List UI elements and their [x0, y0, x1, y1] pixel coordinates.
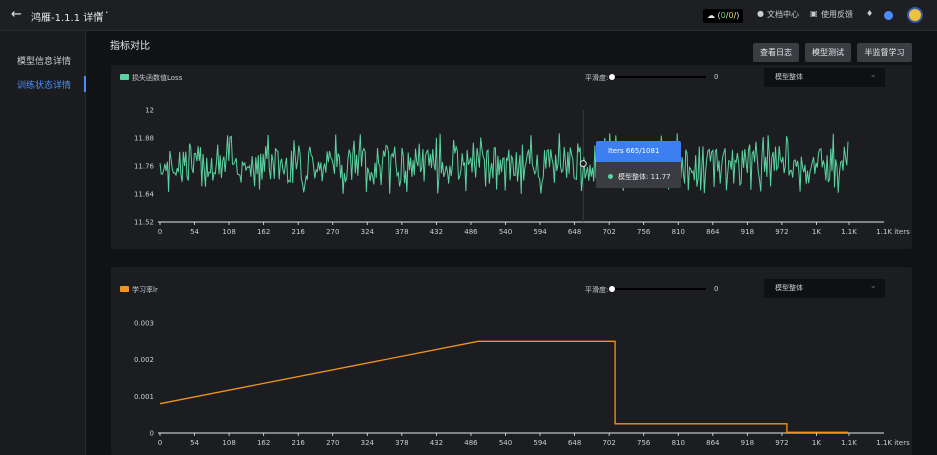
loss-series-line	[159, 133, 849, 194]
loss-y-tick-label: 12	[145, 107, 154, 115]
lr-x-tick-label: 1K	[812, 439, 821, 447]
tooltip-value: 模型整体: 11.77	[618, 173, 671, 181]
loss-x-tick-label: 1.1K	[841, 228, 857, 236]
loss-x-tick-label: 972	[775, 228, 788, 236]
lr-x-tick-label: 594	[533, 439, 547, 447]
loss-y-tick-label: 11.64	[134, 191, 155, 199]
loss-tooltip: Iters 665/1081 模型整体: 11.77	[596, 141, 681, 188]
lr-x-tick-label: 756	[637, 439, 651, 447]
lr-x-tick-label: 1.1K	[841, 439, 857, 447]
loss-x-tick-label: 0	[158, 228, 162, 236]
charts-canvas[interactable]: 0 54 108 162 216 270 324 378 432 486 540 594 648 702 7…	[0, 0, 937, 455]
lr-x-tick-label: 324	[361, 439, 375, 447]
loss-x-tick-label: 1.1K iters	[876, 228, 910, 236]
loss-x-tick-label: 918	[741, 228, 754, 236]
lr-x-tick-label: 270	[326, 439, 339, 447]
loss-x-tick-label: 810	[672, 228, 685, 236]
lr-y-tick-label: 0.003	[134, 320, 154, 328]
lr-x-tick-label: 864	[706, 439, 720, 447]
loss-x-tick-label: 162	[257, 228, 270, 236]
lr-y-tick-label: 0	[150, 430, 154, 438]
lr-x-tick-label: 216	[292, 439, 306, 447]
loss-x-tick-label: 864	[706, 228, 720, 236]
loss-x-tick-label: 540	[499, 228, 512, 236]
lr-x-tick-label: 648	[568, 439, 581, 447]
lr-y-tick-label: 0.002	[134, 356, 154, 364]
loss-hover-point	[579, 160, 587, 168]
lr-x-tick-label: 432	[430, 439, 443, 447]
lr-x-tick-label: 540	[499, 439, 512, 447]
lr-x-tick-label: 1.1K iters	[876, 439, 910, 447]
loss-x-tick-label: 594	[533, 228, 547, 236]
lr-series-line	[159, 340, 848, 433]
loss-y-tick-label: 11.88	[134, 135, 154, 143]
lr-x-tick-label: 486	[464, 439, 478, 447]
lr-x-tick-label: 810	[672, 439, 685, 447]
loss-x-tick-label: 54	[190, 228, 199, 236]
loss-x-tick-label: 702	[602, 228, 615, 236]
lr-x-tick-label: 0	[158, 439, 162, 447]
lr-y-tick-label: 0.001	[134, 393, 154, 401]
tooltip-series-dot	[608, 174, 613, 179]
lr-x-tick-label: 378	[395, 439, 408, 447]
tooltip-title: Iters 665/1081	[596, 141, 681, 162]
loss-x-tick-label: 216	[292, 228, 306, 236]
loss-x-tick-label: 486	[464, 228, 478, 236]
loss-x-tick-label: 1K	[812, 228, 821, 236]
lr-x-tick-label: 108	[222, 439, 235, 447]
loss-x-tick-label: 756	[637, 228, 651, 236]
lr-x-tick-label: 162	[257, 439, 270, 447]
lr-x-tick-label: 972	[775, 439, 788, 447]
loss-x-tick-label: 648	[568, 228, 581, 236]
loss-y-tick-label: 11.52	[134, 219, 154, 227]
loss-x-tick-label: 108	[222, 228, 235, 236]
lr-x-tick-label: 54	[190, 439, 199, 447]
lr-x-tick-label: 918	[741, 439, 754, 447]
loss-y-tick-label: 11.76	[134, 163, 155, 171]
loss-x-tick-label: 324	[361, 228, 375, 236]
lr-x-tick-label: 702	[602, 439, 615, 447]
loss-x-tick-label: 378	[395, 228, 408, 236]
loss-x-tick-label: 432	[430, 228, 443, 236]
loss-x-tick-label: 270	[326, 228, 339, 236]
